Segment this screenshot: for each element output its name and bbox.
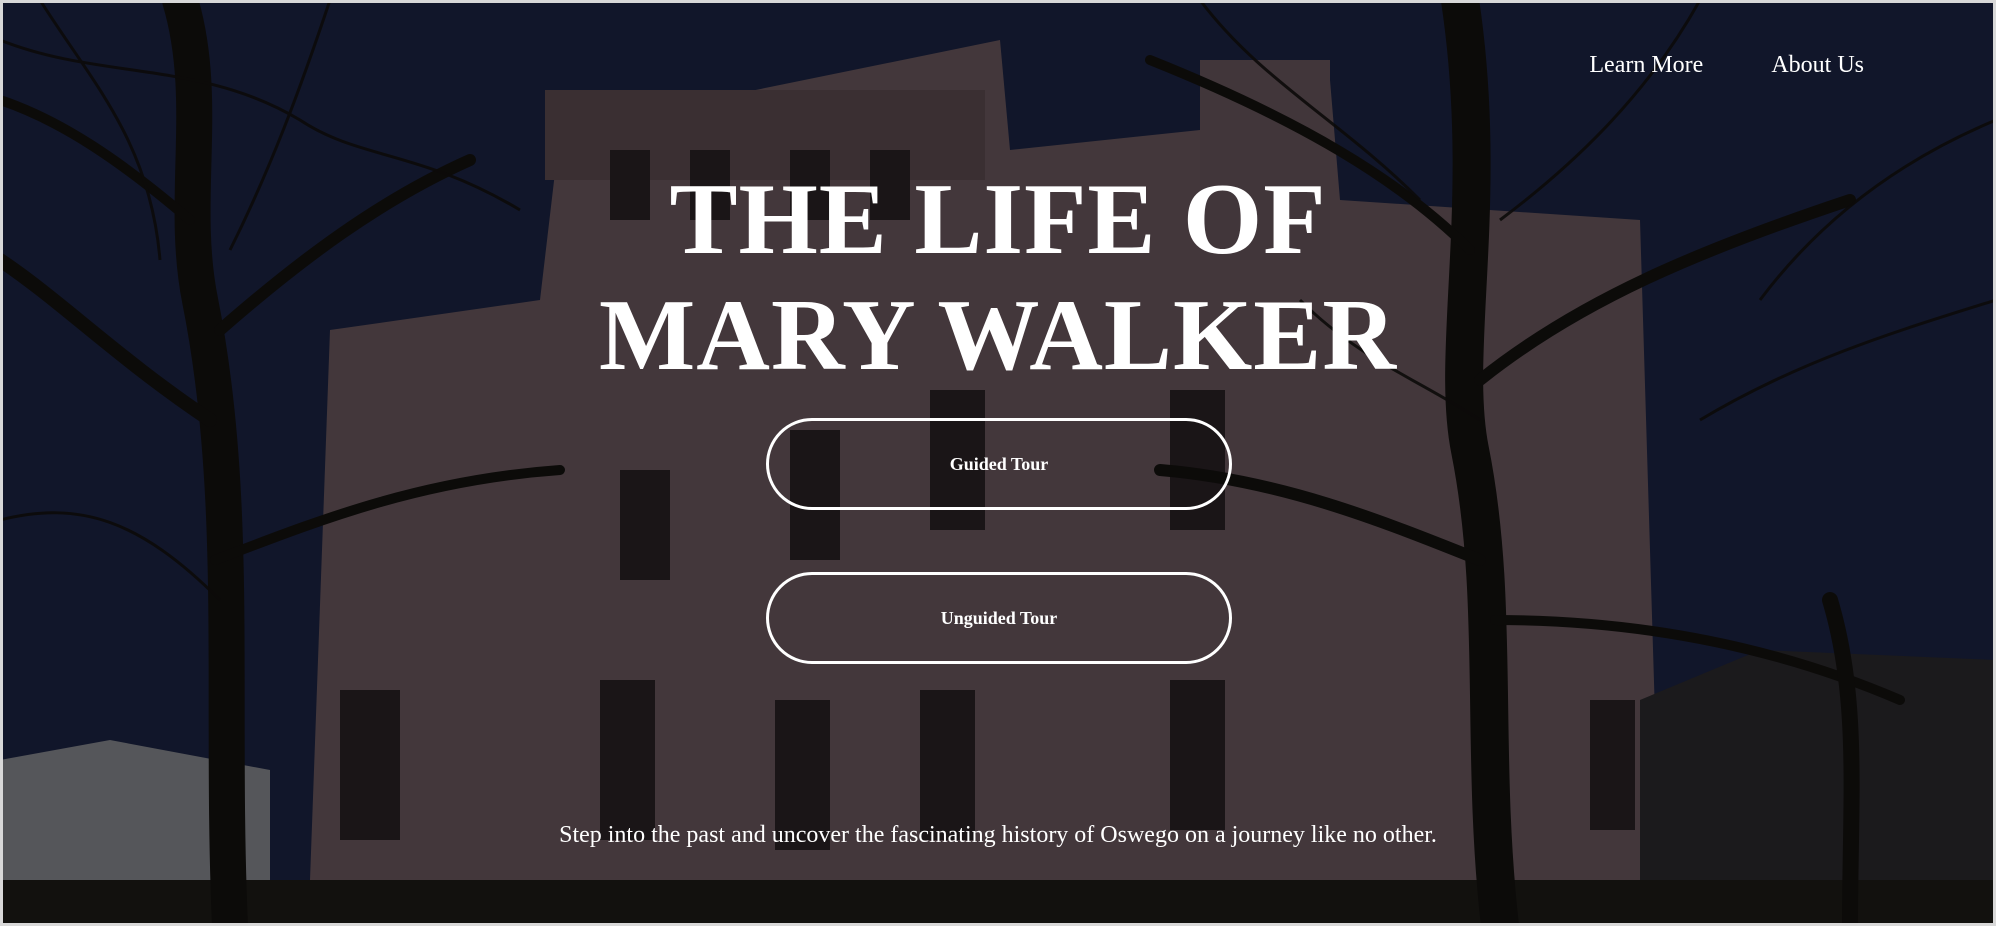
hero-section: Learn More About Us THE LIFE OF MARY WAL… xyxy=(0,0,1996,926)
page-title: THE LIFE OF MARY WALKER xyxy=(0,162,1996,394)
unguided-tour-button[interactable]: Unguided Tour xyxy=(766,572,1232,664)
guided-tour-button[interactable]: Guided Tour xyxy=(766,418,1232,510)
title-line-1: THE LIFE OF xyxy=(669,163,1327,276)
nav-link-about-us[interactable]: About Us xyxy=(1771,52,1864,79)
nav-link-learn-more[interactable]: Learn More xyxy=(1589,52,1703,79)
title-line-2: MARY WALKER xyxy=(599,279,1397,392)
top-nav: Learn More About Us xyxy=(1589,52,1864,79)
tagline: Step into the past and uncover the fasci… xyxy=(559,822,1437,848)
